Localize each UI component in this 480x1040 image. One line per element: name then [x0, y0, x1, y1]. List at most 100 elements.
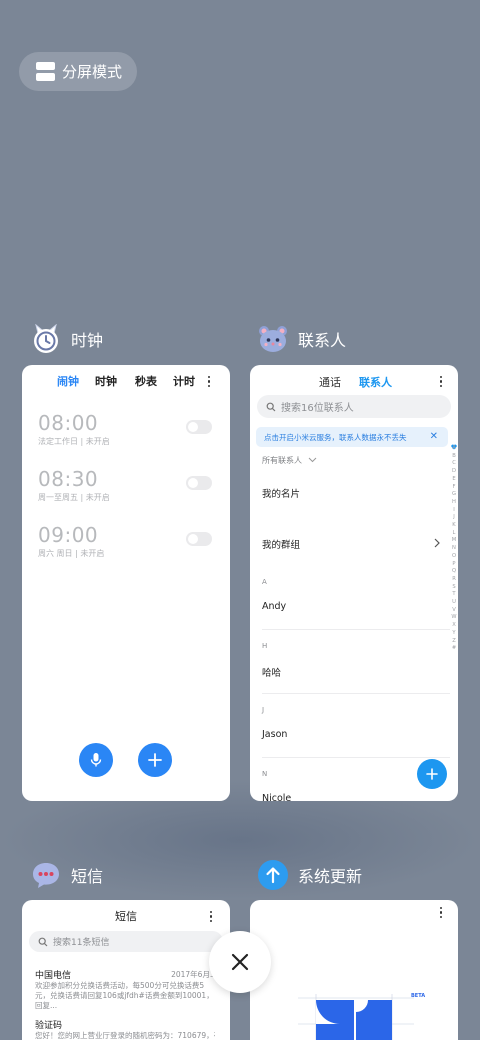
alarm-time: 08:30	[38, 467, 99, 491]
thread-sender: 验证码	[35, 1021, 63, 1031]
close-icon[interactable]: ✕	[430, 431, 438, 442]
split-screen-icon	[36, 62, 55, 81]
alphabet-index-letter[interactable]: A	[450, 445, 458, 453]
tab-calls[interactable]: 通话	[319, 374, 341, 390]
message-thread[interactable]: 验证码 您好！您的网上营业厅登录的随机密码为：710679，有	[35, 1018, 215, 1040]
messages-app-name: 短信	[71, 867, 104, 886]
my-groups-item[interactable]: 我的群组	[262, 537, 300, 551]
chevron-right-icon	[434, 538, 440, 548]
updater-app-name: 系统更新	[298, 867, 363, 886]
search-placeholder: 搜索11条短信	[53, 938, 110, 948]
alphabet-index[interactable]: A B C D E F G H I J K L M N O P Q R S T U V W X Y Z #	[450, 445, 458, 653]
clock-app-header[interactable]: 时钟	[31, 323, 104, 354]
alarm-subtitle: 周一至周五 | 未开启	[38, 493, 110, 502]
clock-app-card[interactable]: 闹钟 时钟 秒表 计时 08:00 法定工作日 | 未开启 08:30 周一至周…	[22, 365, 230, 801]
alphabet-index-letter[interactable]: D	[450, 468, 458, 476]
contacts-app-icon	[258, 324, 288, 354]
clock-tab-bar: 闹钟 时钟 秒表 计时	[22, 373, 230, 389]
message-thread[interactable]: 中国电信 2017年6月30日 欢迎参加积分兑换话费活动，每500分可兑换话费5…	[35, 968, 227, 1011]
contact-row[interactable]: Andy	[262, 601, 286, 612]
alphabet-index-letter[interactable]: J	[450, 514, 458, 522]
thread-preview: 您好！您的网上营业厅登录的随机密码为：710679，有	[35, 1031, 215, 1040]
add-alarm-button[interactable]	[138, 743, 172, 777]
alphabet-index-letter[interactable]: R	[450, 576, 458, 584]
contact-row[interactable]: Jason	[262, 729, 287, 740]
more-menu-icon[interactable]	[208, 376, 211, 389]
messages-app-header[interactable]: 短信	[31, 860, 103, 890]
alphabet-index-letter[interactable]: G	[450, 491, 458, 499]
updater-app-card[interactable]: BETA	[250, 900, 458, 1040]
alphabet-index-letter[interactable]: W	[450, 614, 458, 622]
messages-app-card[interactable]: 短信 搜索11条短信 中国电信 2017年6月30日 欢迎参加积分兑换话费活动，…	[22, 900, 230, 1040]
add-contact-button[interactable]	[417, 759, 447, 789]
cloud-service-banner[interactable]: 点击开启小米云服务，联系人数据永不丢失 ✕	[256, 427, 448, 447]
chevron-down-icon	[308, 457, 316, 463]
contacts-filter[interactable]: 所有联系人	[262, 455, 317, 466]
alarm-time: 09:00	[38, 523, 99, 547]
more-menu-icon[interactable]	[440, 907, 443, 920]
alphabet-index-letter[interactable]: C	[450, 460, 458, 468]
alphabet-index-letter[interactable]: O	[450, 553, 458, 561]
alarm-subtitle: 周六 周日 | 未开启	[38, 549, 105, 558]
divider	[262, 629, 450, 630]
alphabet-index-letter[interactable]: X	[450, 622, 458, 630]
tab-stopwatch[interactable]: 秒表	[135, 373, 157, 389]
alphabet-index-letter[interactable]: P	[450, 561, 458, 569]
clear-all-button[interactable]	[209, 931, 271, 993]
contacts-search-input[interactable]: 搜索16位联系人	[257, 395, 451, 418]
contacts-app-card[interactable]: 通话 联系人 搜索16位联系人 点击开启小米云服务，联系人数据永不丢失 ✕ 所有…	[250, 365, 458, 801]
contacts-app-header[interactable]: 联系人	[258, 324, 346, 354]
alphabet-index-letter[interactable]: H	[450, 499, 458, 507]
more-menu-icon[interactable]	[210, 911, 213, 924]
alarm-toggle[interactable]	[186, 532, 212, 546]
search-icon	[38, 937, 48, 946]
messages-app-icon	[31, 860, 61, 890]
alarm-item[interactable]: 08:00 法定工作日 | 未开启	[38, 411, 110, 447]
split-screen-button[interactable]: 分屏模式	[19, 52, 137, 91]
alphabet-index-letter[interactable]: V	[450, 607, 458, 615]
alphabet-index-letter[interactable]: E	[450, 476, 458, 484]
alphabet-index-letter[interactable]: B	[450, 453, 458, 461]
tab-contacts[interactable]: 联系人	[359, 374, 392, 390]
contact-row[interactable]: Nicole	[262, 793, 291, 801]
filter-label: 所有联系人	[262, 456, 302, 465]
section-letter: J	[262, 706, 265, 714]
close-icon	[231, 953, 249, 971]
alphabet-index-letter[interactable]: Y	[450, 630, 458, 638]
section-letter: N	[262, 770, 268, 778]
microphone-icon	[90, 753, 102, 767]
alphabet-index-letter[interactable]: K	[450, 522, 458, 530]
tab-clock[interactable]: 时钟	[95, 373, 117, 389]
divider	[262, 757, 450, 758]
search-placeholder: 搜索16位联系人	[281, 403, 354, 414]
plus-icon	[148, 753, 162, 767]
alphabet-index-letter[interactable]: I	[450, 507, 458, 515]
my-card-item[interactable]: 我的名片	[262, 486, 300, 500]
alphabet-index-letter[interactable]: Q	[450, 568, 458, 576]
updater-app-header[interactable]: 系统更新	[258, 860, 362, 890]
alarm-item[interactable]: 09:00 周六 周日 | 未开启	[38, 523, 104, 559]
voice-alarm-button[interactable]	[79, 743, 113, 777]
alphabet-index-letter[interactable]: U	[450, 599, 458, 607]
favorites-heart-icon[interactable]	[451, 435, 457, 450]
alphabet-index-letter[interactable]: #	[450, 645, 458, 653]
tab-timer[interactable]: 计时	[173, 373, 195, 389]
alphabet-index-letter[interactable]: M	[450, 537, 458, 545]
alphabet-index-letter[interactable]: F	[450, 484, 458, 492]
messages-search-input[interactable]: 搜索11条短信	[29, 931, 223, 952]
alphabet-index-letter[interactable]: S	[450, 584, 458, 592]
alphabet-index-letter[interactable]: N	[450, 545, 458, 553]
alarm-item[interactable]: 08:30 周一至周五 | 未开启	[38, 467, 110, 503]
more-menu-icon[interactable]	[440, 376, 443, 389]
contact-row[interactable]: 哈哈	[262, 665, 281, 679]
tab-alarm[interactable]: 闹钟	[57, 373, 79, 389]
banner-text: 点击开启小米云服务，联系人数据永不丢失	[264, 432, 407, 442]
alphabet-index-letter[interactable]: L	[450, 530, 458, 538]
contacts-app-name: 联系人	[298, 331, 347, 350]
alphabet-index-letter[interactable]: T	[450, 591, 458, 599]
alphabet-index-letter[interactable]: Z	[450, 638, 458, 646]
clock-app-name: 时钟	[71, 331, 104, 350]
alarm-toggle[interactable]	[186, 420, 212, 434]
alarm-toggle[interactable]	[186, 476, 212, 490]
beta-badge: BETA	[411, 993, 426, 999]
